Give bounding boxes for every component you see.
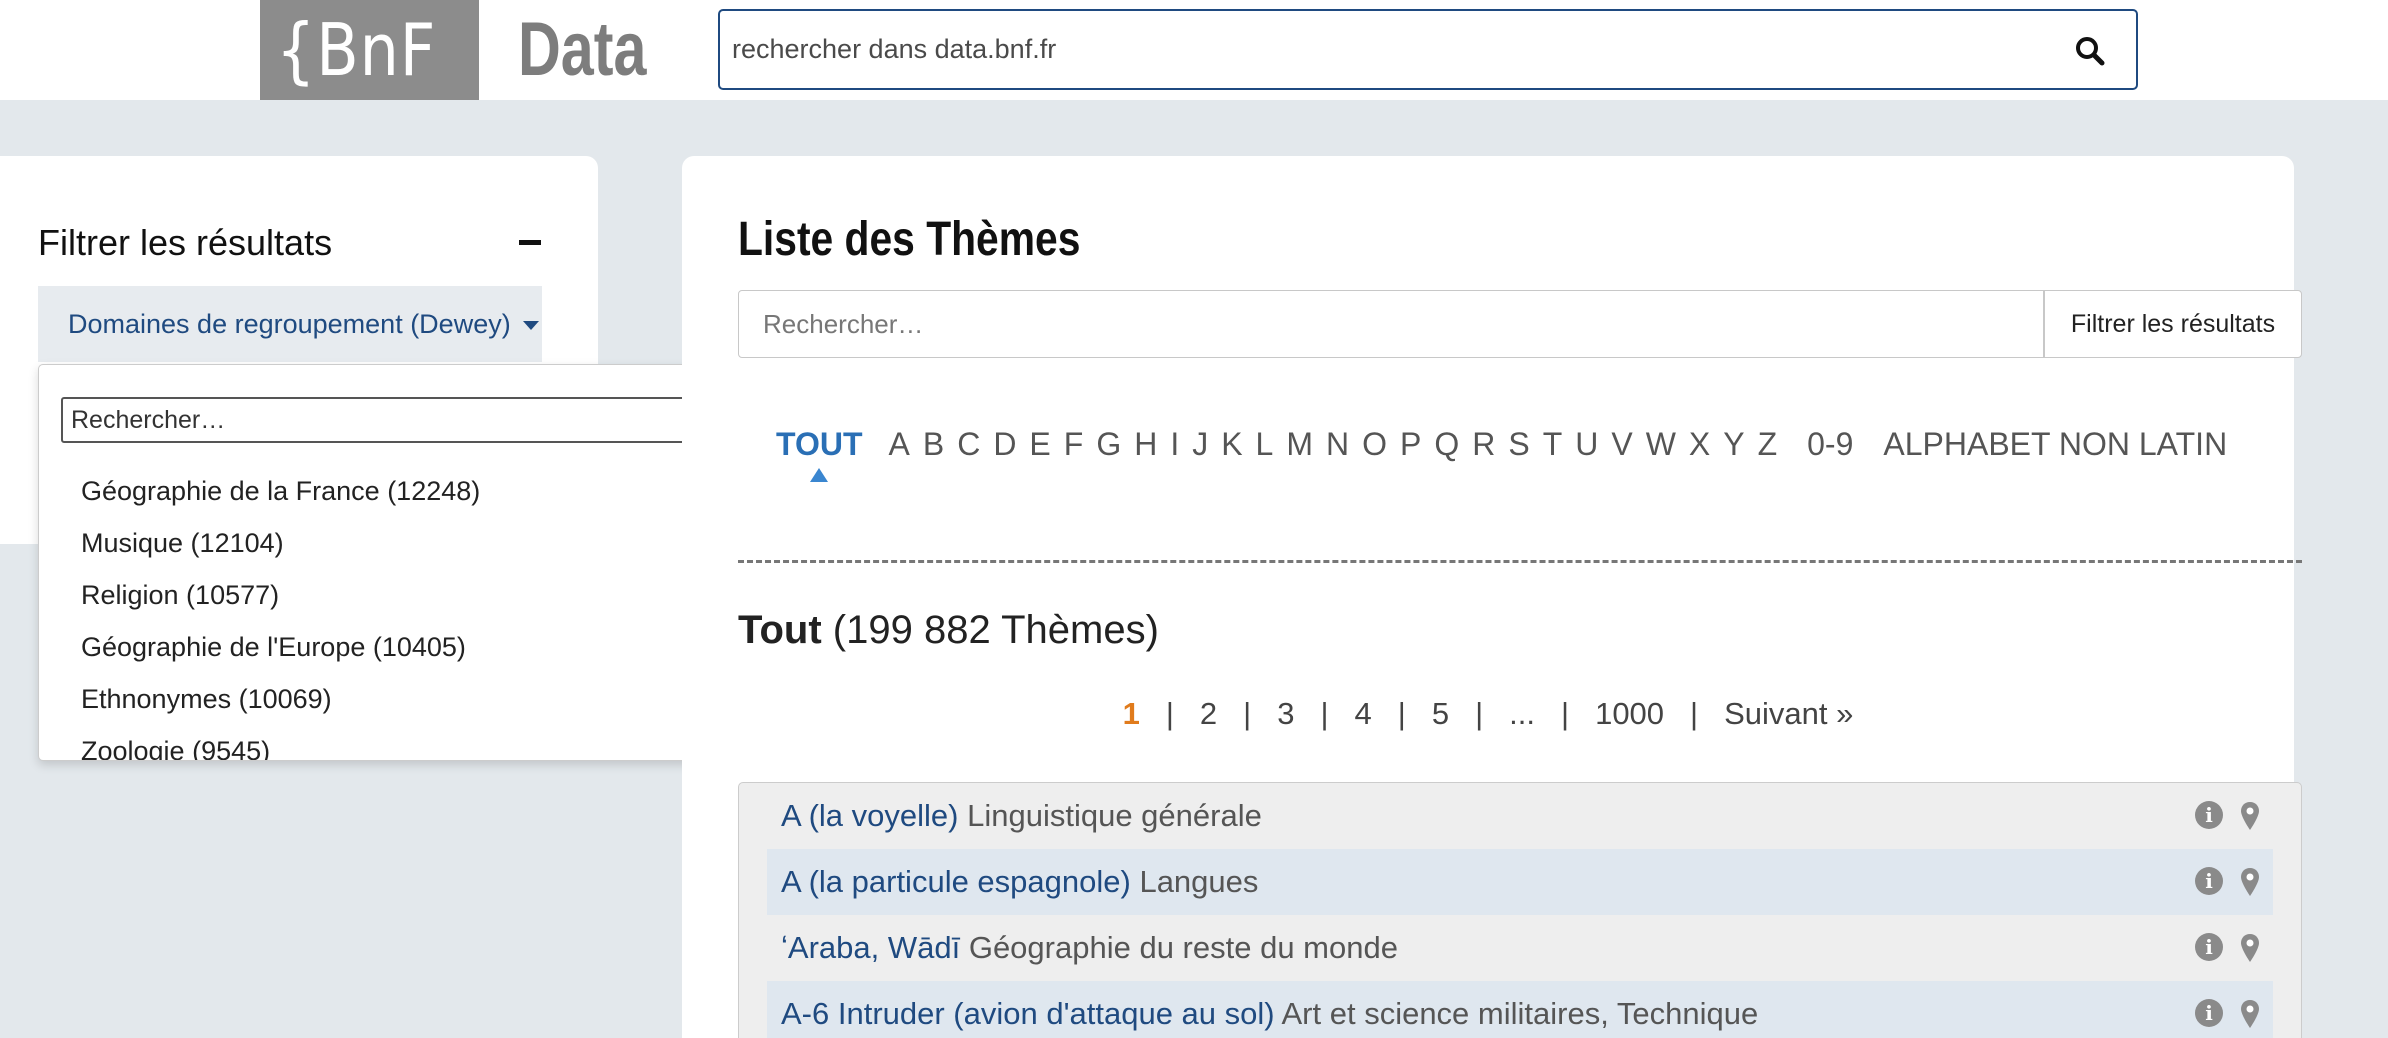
next-page-link[interactable]: Suivant » <box>1720 696 1857 732</box>
page-link[interactable]: 5 <box>1428 696 1453 732</box>
letter-f[interactable]: F <box>1064 426 1084 463</box>
letter-n[interactable]: N <box>1326 426 1349 463</box>
list-item: A-6 Intruder (avion d'attaque au sol) Ar… <box>767 981 2273 1038</box>
main-panel: Liste des Thèmes Filtrer les résultats T… <box>682 156 2302 1038</box>
search-icon[interactable] <box>2074 35 2106 67</box>
letter-non-latin[interactable]: ALPHABET NON LATIN <box>1883 426 2227 463</box>
dewey-options-list: Géographie de la France (12248) Musique … <box>81 465 480 760</box>
letter-q[interactable]: Q <box>1434 426 1459 463</box>
list-item: A (la voyelle) Linguistique générale i <box>767 783 2273 849</box>
filter-title: Filtrer les résultats <box>38 222 333 263</box>
dropdown-option[interactable]: Zoologie (9545) <box>81 725 480 760</box>
dropdown-option[interactable]: Géographie de l'Europe (10405) <box>81 621 480 673</box>
letter-h[interactable]: H <box>1134 426 1157 463</box>
page-link[interactable]: 4 <box>1351 696 1376 732</box>
letter-b[interactable]: B <box>923 426 944 463</box>
letter-r[interactable]: R <box>1472 426 1495 463</box>
letter-l[interactable]: L <box>1256 426 1274 463</box>
letter-i[interactable]: I <box>1170 426 1179 463</box>
letter-tout[interactable]: TOUT <box>776 426 863 482</box>
filter-results-button[interactable]: Filtrer les résultats <box>2044 290 2302 358</box>
letter-o[interactable]: O <box>1362 426 1387 463</box>
info-icon[interactable]: i <box>2195 999 2223 1027</box>
theme-link[interactable]: A (la voyelle) <box>767 798 958 833</box>
letter-s[interactable]: S <box>1508 426 1529 463</box>
caret-down-icon <box>522 321 539 331</box>
results-list: A (la voyelle) Linguistique générale i A… <box>738 782 2302 1038</box>
theme-link[interactable]: A-6 Intruder (avion d'attaque au sol) <box>767 996 1275 1031</box>
letter-z[interactable]: Z <box>1758 426 1778 463</box>
info-icon[interactable]: i <box>2195 867 2223 895</box>
letter-p[interactable]: P <box>1400 426 1421 463</box>
letter-j[interactable]: J <box>1192 426 1208 463</box>
page-ellipsis: ... <box>1509 696 1536 731</box>
theme-category: Langues <box>1139 864 1259 899</box>
map-pin-icon[interactable] <box>2239 999 2261 1029</box>
letter-t[interactable]: T <box>1543 426 1563 463</box>
letter-d[interactable]: D <box>993 426 1016 463</box>
map-pin-icon[interactable] <box>2239 801 2261 831</box>
page-link[interactable]: 3 <box>1273 696 1298 732</box>
theme-link[interactable]: ʻAraba, Wādī <box>767 930 960 965</box>
theme-category: Art et science militaires, Technique <box>1281 996 1759 1031</box>
page-title: Liste des Thèmes <box>738 213 1081 266</box>
letter-y[interactable]: Y <box>1723 426 1744 463</box>
dropdown-option[interactable]: Géographie de la France (12248) <box>81 465 480 517</box>
letter-w[interactable]: W <box>1646 426 1676 463</box>
list-item: ʻAraba, Wādī Géographie du reste du mond… <box>767 915 2273 981</box>
theme-category: Linguistique générale <box>967 798 1262 833</box>
letter-c[interactable]: C <box>957 426 980 463</box>
letter-k[interactable]: K <box>1221 426 1242 463</box>
pagination: 1 | 2 | 3 | 4 | 5 |... | 1000 | Suivant » <box>682 696 2294 732</box>
dropdown-search-input[interactable] <box>61 397 718 443</box>
bnf-logo[interactable]: {BnF <box>260 0 479 100</box>
letter-digits[interactable]: 0-9 <box>1807 426 1853 463</box>
info-icon[interactable]: i <box>2195 933 2223 961</box>
dropdown-option[interactable]: Ethnonymes (10069) <box>81 673 480 725</box>
letter-a[interactable]: A <box>889 426 910 463</box>
theme-link[interactable]: A (la particule espagnole) <box>767 864 1131 899</box>
alphabet-nav: TOUT A B C D E F G H I J K L M N O P Q R S T U V W X Y Z 0-9 ALPHABE… <box>776 426 2240 482</box>
collapse-icon[interactable] <box>519 240 541 245</box>
info-icon[interactable]: i <box>2195 801 2223 829</box>
page-link-last[interactable]: 1000 <box>1591 696 1668 732</box>
dropdown-option[interactable]: Musique (12104) <box>81 517 480 569</box>
dropdown-option[interactable]: Religion (10577) <box>81 569 480 621</box>
divider <box>738 560 2302 563</box>
site-header: {BnF Data <box>0 0 2388 100</box>
letter-g[interactable]: G <box>1096 426 1121 463</box>
list-item: A (la particule espagnole) Langues i <box>767 849 2273 915</box>
letter-x[interactable]: X <box>1689 426 1710 463</box>
letter-e[interactable]: E <box>1029 426 1050 463</box>
map-pin-icon[interactable] <box>2239 867 2261 897</box>
data-wordmark[interactable]: Data <box>518 0 683 100</box>
dewey-dropdown-menu: Géographie de la France (12248) Musique … <box>38 364 739 761</box>
dewey-dropdown-button[interactable]: Domaines de regroupement (Dewey) <box>38 286 542 362</box>
result-count: Tout (199 882 Thèmes) <box>738 608 1159 652</box>
global-search-input[interactable] <box>732 11 2032 88</box>
letter-v[interactable]: V <box>1611 426 1632 463</box>
logo-text: {BnF <box>276 8 437 92</box>
page-current: 1 <box>1122 696 1140 731</box>
dewey-label: Domaines de regroupement (Dewey) <box>68 309 511 339</box>
letter-u[interactable]: U <box>1575 426 1598 463</box>
global-search-box <box>718 9 2138 90</box>
page-link[interactable]: 2 <box>1196 696 1221 732</box>
letter-m[interactable]: M <box>1286 426 1313 463</box>
theme-search-input[interactable] <box>738 290 2044 358</box>
theme-category: Géographie du reste du monde <box>968 930 1398 965</box>
map-pin-icon[interactable] <box>2239 933 2261 963</box>
